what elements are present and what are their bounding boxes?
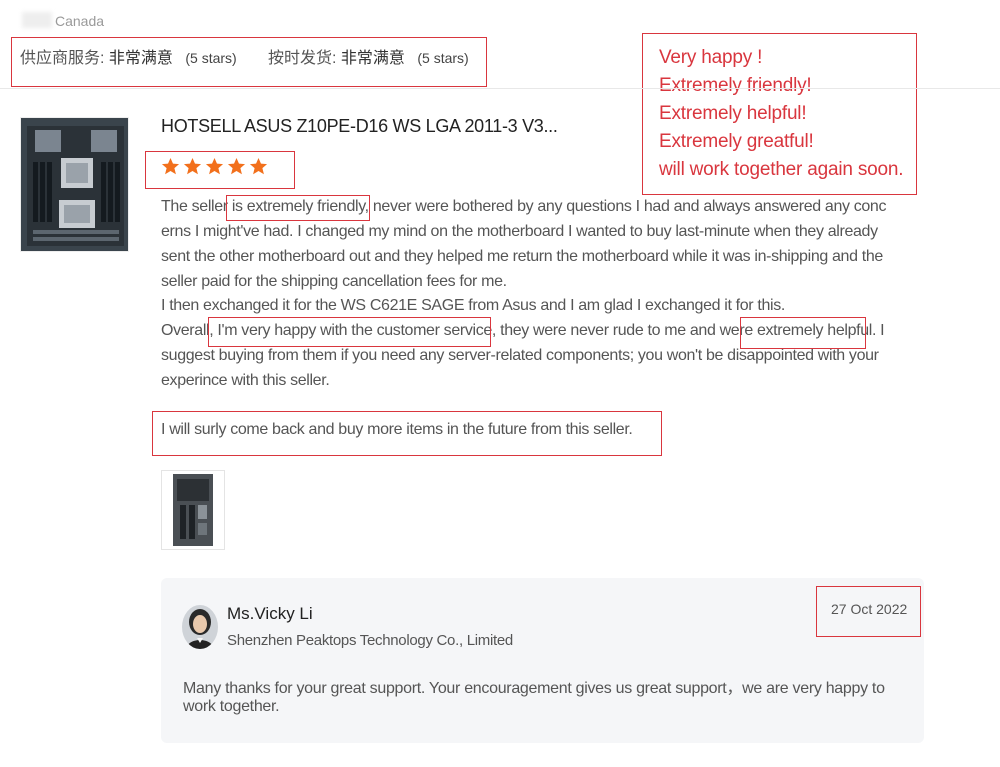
review-line: suggest buying from them if you need any… bbox=[161, 347, 879, 364]
reply-author-name: Ms.Vicky Li bbox=[227, 604, 313, 623]
review-line: sent the other motherboard out and they … bbox=[161, 248, 883, 265]
note-line: Extremely friendly! bbox=[659, 75, 812, 96]
reply-line: Many thanks for your great support. Your… bbox=[183, 680, 885, 697]
reviewer-name-blurred bbox=[22, 12, 52, 28]
ratings-highlight-box bbox=[11, 37, 487, 87]
highlight-happy-customer-service bbox=[208, 317, 491, 347]
highlight-extremely-friendly bbox=[226, 195, 370, 221]
note-line: Extremely helpful! bbox=[659, 103, 807, 124]
highlight-extremely-helpful bbox=[740, 317, 866, 349]
review-line: erns I might've had. I changed my mind o… bbox=[161, 223, 878, 240]
reviewer-country: Canada bbox=[55, 13, 105, 29]
person-avatar-icon bbox=[182, 605, 218, 649]
review-line: I then exchanged it for the WS C621E SAG… bbox=[161, 297, 785, 314]
motherboard-photo-icon bbox=[21, 118, 128, 251]
divider bbox=[0, 88, 1000, 89]
seller-reply-card: Ms.Vicky Li Shenzhen Peaktops Technology… bbox=[161, 578, 924, 743]
reply-company: Shenzhen Peaktops Technology Co., Limite… bbox=[227, 632, 513, 649]
product-title[interactable]: HOTSELL ASUS Z10PE-D16 WS LGA 2011-3 V3.… bbox=[161, 116, 558, 137]
note-line: will work together again soon. bbox=[659, 159, 904, 180]
closing-highlight-box bbox=[152, 411, 662, 456]
avatar bbox=[182, 605, 218, 649]
stars-highlight-box bbox=[145, 151, 295, 189]
reply-line: work together. bbox=[183, 698, 280, 715]
review-photo-thumbnail[interactable] bbox=[161, 470, 225, 550]
annotation-note: Very happy ! Extremely friendly! Extreme… bbox=[642, 33, 917, 195]
review-line: experince with this seller. bbox=[161, 372, 330, 389]
motherboard-photo-icon bbox=[162, 471, 224, 549]
review-line: seller paid for the shipping cancellatio… bbox=[161, 273, 507, 290]
date-highlight-box bbox=[816, 586, 921, 637]
note-line: Extremely greatful! bbox=[659, 131, 814, 152]
product-thumbnail[interactable] bbox=[20, 117, 129, 252]
note-line: Very happy ! bbox=[659, 47, 763, 68]
